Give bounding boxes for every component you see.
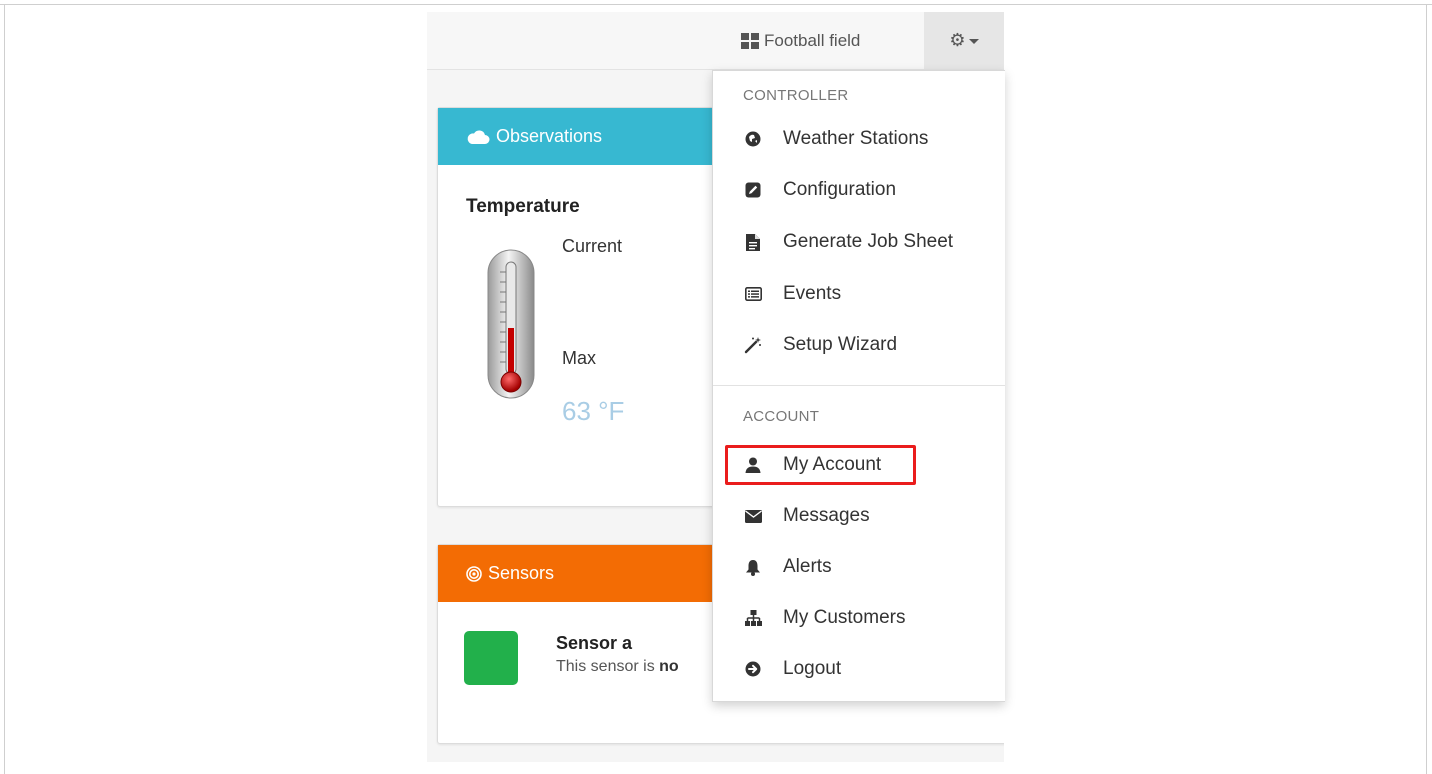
account-section-header: ACCOUNT: [743, 408, 820, 425]
file-icon: [743, 232, 763, 252]
top-navbar: Football field ⚙: [427, 12, 1004, 70]
max-label: Max: [562, 348, 597, 368]
settings-dropdown-menu: CONTROLLER Weather Stations Configuratio…: [712, 70, 1005, 702]
max-temperature-value: 63 °F: [562, 396, 625, 426]
target-icon: [466, 565, 482, 582]
temperature-title: Temperature: [466, 196, 580, 217]
circle-arrow-right-icon: [743, 659, 763, 679]
envelope-icon: [743, 506, 763, 526]
menu-item-label: Configuration: [783, 179, 897, 200]
sensor-description: This sensor is no: [556, 658, 679, 676]
caret-down-icon: [968, 39, 979, 44]
gears-icon: ⚙: [949, 30, 966, 50]
sitemap-icon: [743, 608, 763, 628]
frame-border-right: [1426, 4, 1427, 774]
menu-item-generate-job-sheet[interactable]: Generate Job Sheet: [731, 222, 953, 262]
menu-item-label: Logout: [783, 658, 842, 679]
football-field-label: Football field: [764, 30, 861, 50]
thermometer-icon: [487, 249, 535, 399]
menu-item-logout[interactable]: Logout: [731, 649, 841, 689]
cloud-icon: [467, 130, 490, 144]
menu-item-label: Events: [783, 283, 842, 304]
observations-title: Observations: [496, 126, 603, 146]
sensor-description-bold: no: [659, 658, 679, 675]
my-account-highlight-box: [725, 445, 916, 485]
menu-item-my-customers[interactable]: My Customers: [731, 598, 905, 638]
settings-dropdown-toggle[interactable]: ⚙: [924, 12, 1004, 69]
magic-wand-icon: [743, 335, 763, 355]
menu-item-label: My Customers: [783, 607, 906, 628]
menu-item-label: Alerts: [783, 556, 832, 577]
frame-border-left: [4, 4, 5, 774]
menu-divider: [713, 385, 1005, 386]
menu-item-label: Weather Stations: [783, 128, 929, 149]
globe-icon: [743, 129, 763, 149]
football-field-link[interactable]: Football field: [741, 12, 860, 69]
menu-item-configuration[interactable]: Configuration: [731, 170, 896, 210]
sensors-title: Sensors: [488, 563, 555, 583]
frame-border-top: [0, 4, 1432, 5]
menu-item-events[interactable]: Events: [731, 274, 841, 314]
sensor-status-indicator: [464, 631, 518, 685]
menu-item-weather-stations[interactable]: Weather Stations: [731, 119, 928, 159]
current-label: Current: [562, 236, 623, 256]
list-icon: [743, 284, 763, 304]
menu-item-alerts[interactable]: Alerts: [731, 547, 832, 587]
controller-section-header: CONTROLLER: [743, 87, 849, 104]
sensor-name[interactable]: Sensor a: [556, 633, 632, 654]
edit-icon: [743, 180, 763, 200]
sensor-description-text: This sensor is: [556, 658, 660, 675]
grid-icon: [741, 32, 759, 49]
menu-item-setup-wizard[interactable]: Setup Wizard: [731, 325, 897, 365]
menu-item-label: Setup Wizard: [783, 334, 898, 355]
menu-item-label: Messages: [783, 505, 870, 526]
bell-icon: [743, 557, 763, 577]
menu-item-messages[interactable]: Messages: [731, 496, 870, 536]
menu-item-label: Generate Job Sheet: [783, 231, 954, 252]
